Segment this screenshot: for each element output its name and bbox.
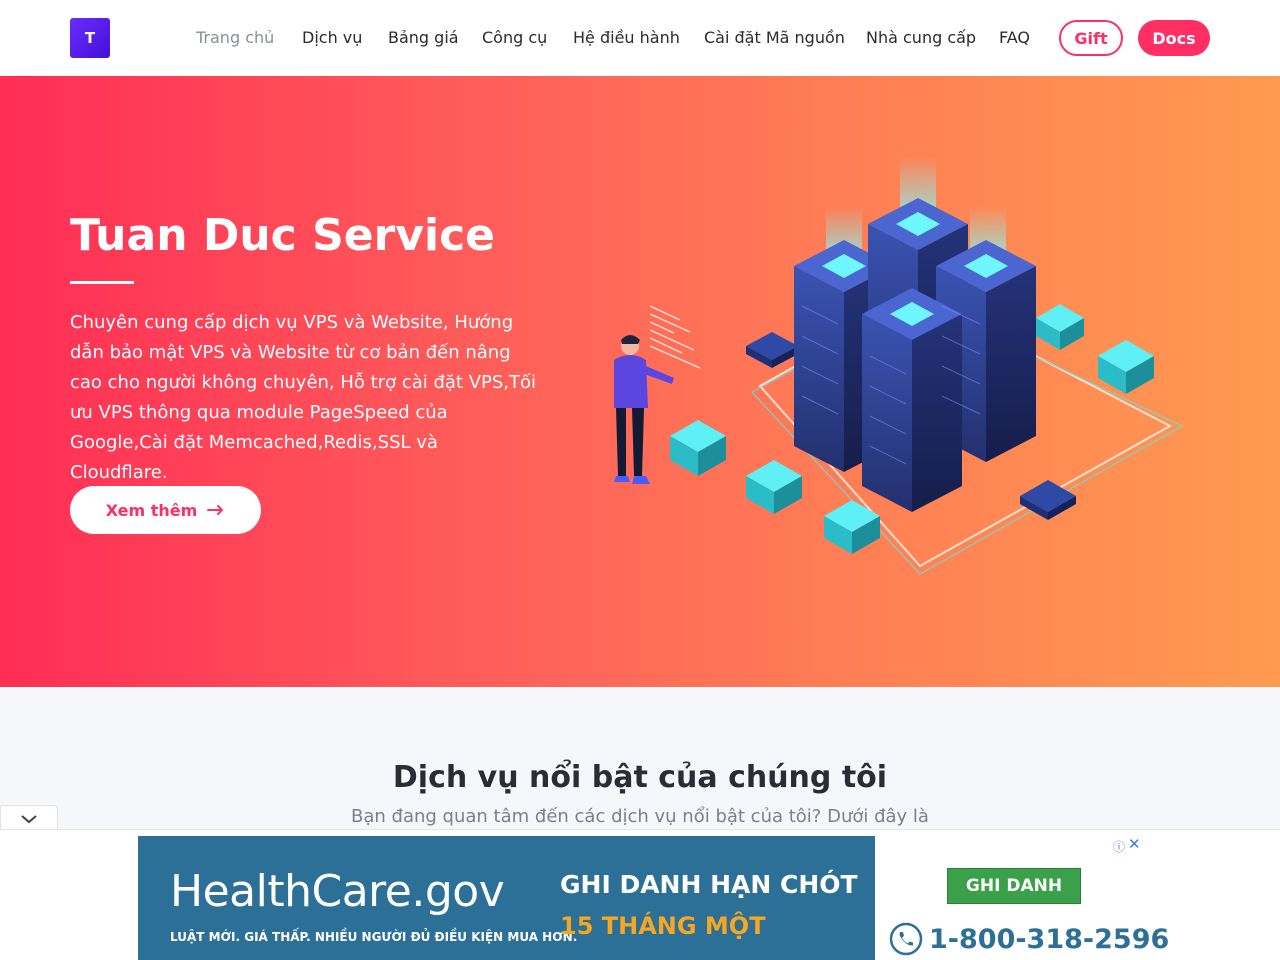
- site-header: T Trang chủ Dịch vụ Bảng giá Công cụ Hệ …: [0, 0, 1280, 76]
- nav-item-home[interactable]: Trang chủ: [196, 28, 274, 47]
- ad-headline: GHI DANH HẠN CHÓT: [560, 870, 858, 899]
- close-icon[interactable]: ✕: [1128, 835, 1141, 853]
- section-subtitle: Bạn đang quan tâm đến các dịch vụ nổi bậ…: [351, 806, 929, 827]
- docs-button[interactable]: Docs: [1138, 20, 1210, 56]
- ad-collapse-toggle[interactable]: [0, 805, 58, 831]
- logo-letter: T: [84, 29, 96, 47]
- chip-bottom-a: [746, 460, 802, 514]
- data-center-illustration: [614, 156, 1184, 575]
- chip-left: [670, 420, 726, 476]
- hero-description: Chuyên cung cấp dịch vụ VPS và Website, …: [70, 312, 537, 483]
- nav-item-faq[interactable]: FAQ: [999, 28, 1030, 47]
- gift-button[interactable]: Gift: [1059, 20, 1123, 56]
- chip-small-left: [746, 332, 798, 368]
- chevron-down-icon: [21, 814, 37, 823]
- nav-item-tools[interactable]: Công cụ: [482, 28, 547, 47]
- phone-icon: [889, 922, 923, 956]
- read-more-label: Xem thêm: [105, 500, 198, 520]
- hero-divider: [70, 281, 134, 284]
- nav-item-services[interactable]: Dịch vụ: [302, 28, 362, 47]
- chip-right: [1098, 340, 1154, 394]
- logo[interactable]: T: [70, 18, 110, 58]
- server-tower-front: [862, 288, 962, 512]
- nav-item-providers[interactable]: Nhà cung cấp: [866, 28, 976, 47]
- ad-brand: HealthCare.gov: [170, 866, 505, 917]
- hero-section: Tuan Duc Service Chuyên cung cấp dịch vụ…: [0, 76, 1280, 687]
- nav-item-pricing[interactable]: Bảng giá: [388, 28, 459, 47]
- code-panel: [649, 305, 701, 369]
- ad-date: 15 THÁNG MỘT: [560, 912, 766, 940]
- section-title: Dịch vụ nổi bật của chúng tôi: [392, 760, 888, 795]
- ad-phone[interactable]: 1-800-318-2596: [889, 922, 1169, 956]
- ad-tagline: LUẬT MỚI. GIÁ THẤP. NHIỀU NGƯỜI ĐỦ ĐIỀU …: [170, 930, 578, 944]
- ad-phone-number: 1-800-318-2596: [929, 923, 1170, 955]
- ad-creative[interactable]: HealthCare.gov LUẬT MỚI. GIÁ THẤP. NHIỀU…: [138, 836, 875, 960]
- ad-side-panel: GHI DANH 1-800-318-2596: [875, 836, 1169, 960]
- read-more-button[interactable]: Xem thêm: [70, 486, 261, 534]
- nav-item-source-install[interactable]: Cài đặt Mã nguồn: [704, 28, 845, 47]
- nav-item-os[interactable]: Hệ điều hành: [573, 28, 680, 47]
- hero-title: Tuan Duc Service: [70, 210, 496, 261]
- chip-small-right: [1020, 480, 1076, 520]
- ad-enroll-button[interactable]: GHI DANH: [947, 868, 1081, 904]
- chip-bottom-b: [824, 500, 880, 554]
- arrow-right-icon: [207, 505, 224, 515]
- info-icon[interactable]: ⓘ: [1113, 838, 1125, 855]
- person-figure: [614, 335, 674, 484]
- chip-right-top: [1036, 304, 1084, 350]
